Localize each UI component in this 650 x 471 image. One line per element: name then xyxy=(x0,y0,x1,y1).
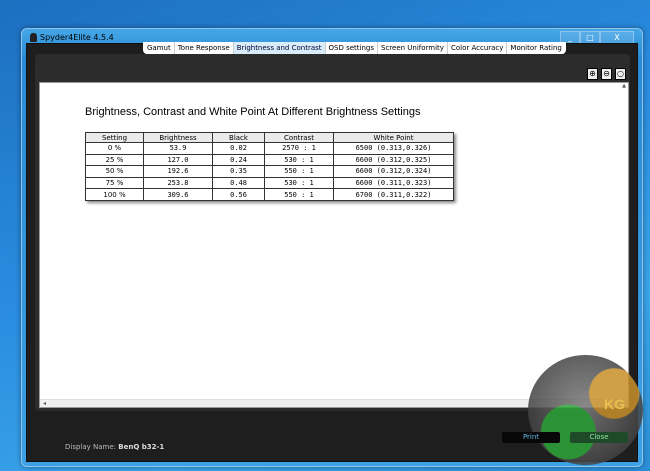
tab-brightness-contrast[interactable]: Brightness and Contrast xyxy=(233,42,326,54)
table-cell: 530 : 1 xyxy=(264,176,334,190)
display-name: Display Name: BenQ b32-1 xyxy=(65,443,164,451)
table-cell: 0 % xyxy=(85,142,144,155)
tab-osd-settings[interactable]: OSD settings xyxy=(326,42,378,54)
tab-tone-response[interactable]: Tone Response xyxy=(175,42,234,54)
table-cell: 192.6 xyxy=(143,165,213,178)
table-cell: 0.24 xyxy=(212,153,265,167)
title-bar: Spyder4Elite 4.5.4 xyxy=(30,33,114,42)
table-cell: 127.0 xyxy=(143,153,213,167)
tab-screen-uniformity[interactable]: Screen Uniformity xyxy=(378,42,448,54)
table-cell: 6600 (0.312,0.325) xyxy=(333,153,454,167)
table-cell: 550 : 1 xyxy=(264,188,334,201)
table-cell: 53.9 xyxy=(143,142,213,155)
report-panel: Brightness, Contrast and White Point At … xyxy=(39,82,629,408)
table-cell: 2570 : 1 xyxy=(264,142,334,155)
table-cell: 100 % xyxy=(85,188,144,201)
table-row: 100 % 309.6 0.56 550 : 1 6700 (0.311,0.322) xyxy=(85,188,454,201)
table-cell: 0.02 xyxy=(212,142,265,155)
table-cell: 50 % xyxy=(85,165,144,178)
column-header: Contrast xyxy=(264,132,334,143)
zoom-in-icon[interactable]: ⊕ xyxy=(587,68,598,80)
tab-monitor-rating[interactable]: Monitor Rating xyxy=(507,42,564,54)
scroll-up-arrow[interactable]: ▲ xyxy=(620,83,628,91)
window-title: Spyder4Elite 4.5.4 xyxy=(40,33,114,42)
table-cell: 309.6 xyxy=(143,188,213,201)
table-row: 75 % 253.8 0.48 530 : 1 6600 (0.311,0.323) xyxy=(85,176,454,190)
column-header: Brightness xyxy=(143,132,213,143)
table-cell: 530 : 1 xyxy=(264,153,334,167)
table-cell: 25 % xyxy=(85,153,144,167)
content-area: Gamut Tone Response Brightness and Contr… xyxy=(26,42,638,462)
close-button[interactable]: Close xyxy=(570,432,628,443)
app-logo-icon xyxy=(30,33,37,42)
table-cell: 253.8 xyxy=(143,176,213,190)
results-table: Setting Brightness Black Contrast White … xyxy=(85,132,454,201)
table-row: 0 % 53.9 0.02 2570 : 1 6500 (0.313,0.326) xyxy=(85,142,454,155)
tab-bar: Gamut Tone Response Brightness and Contr… xyxy=(143,42,566,54)
table-cell: 6500 (0.313,0.326) xyxy=(333,142,454,155)
zoom-reset-icon[interactable]: ○ xyxy=(615,68,626,80)
table-cell: 6600 (0.311,0.323) xyxy=(333,176,454,190)
table-cell: 6700 (0.311,0.322) xyxy=(333,188,454,201)
zoom-out-icon[interactable]: ⊖ xyxy=(601,68,612,80)
table-row: 50 % 192.6 0.35 550 : 1 6600 (0.312,0.324) xyxy=(85,165,454,178)
display-name-label: Display Name: xyxy=(65,443,117,451)
table-cell: 0.56 xyxy=(212,188,265,201)
table-cell: 6600 (0.312,0.324) xyxy=(333,165,454,178)
column-header: White Point xyxy=(333,132,454,143)
app-window: Spyder4Elite 4.5.4 _ □ X Gamut Tone Resp… xyxy=(21,28,643,467)
table-cell: 0.35 xyxy=(212,165,265,178)
table-cell: 550 : 1 xyxy=(264,165,334,178)
horizontal-scrollbar[interactable]: ◂ xyxy=(40,399,628,407)
display-name-value: BenQ b32-1 xyxy=(118,443,165,451)
report-heading: Brightness, Contrast and White Point At … xyxy=(85,106,421,118)
table-row: 25 % 127.0 0.24 530 : 1 6600 (0.312,0.325) xyxy=(85,153,454,167)
table-cell: 0.48 xyxy=(212,176,265,190)
print-button[interactable]: Print xyxy=(502,432,560,443)
table-cell: 75 % xyxy=(85,176,144,190)
tab-gamut[interactable]: Gamut xyxy=(144,42,175,54)
tab-color-accuracy[interactable]: Color Accuracy xyxy=(448,42,508,54)
column-header: Black xyxy=(212,132,265,143)
column-header: Setting xyxy=(85,132,144,143)
